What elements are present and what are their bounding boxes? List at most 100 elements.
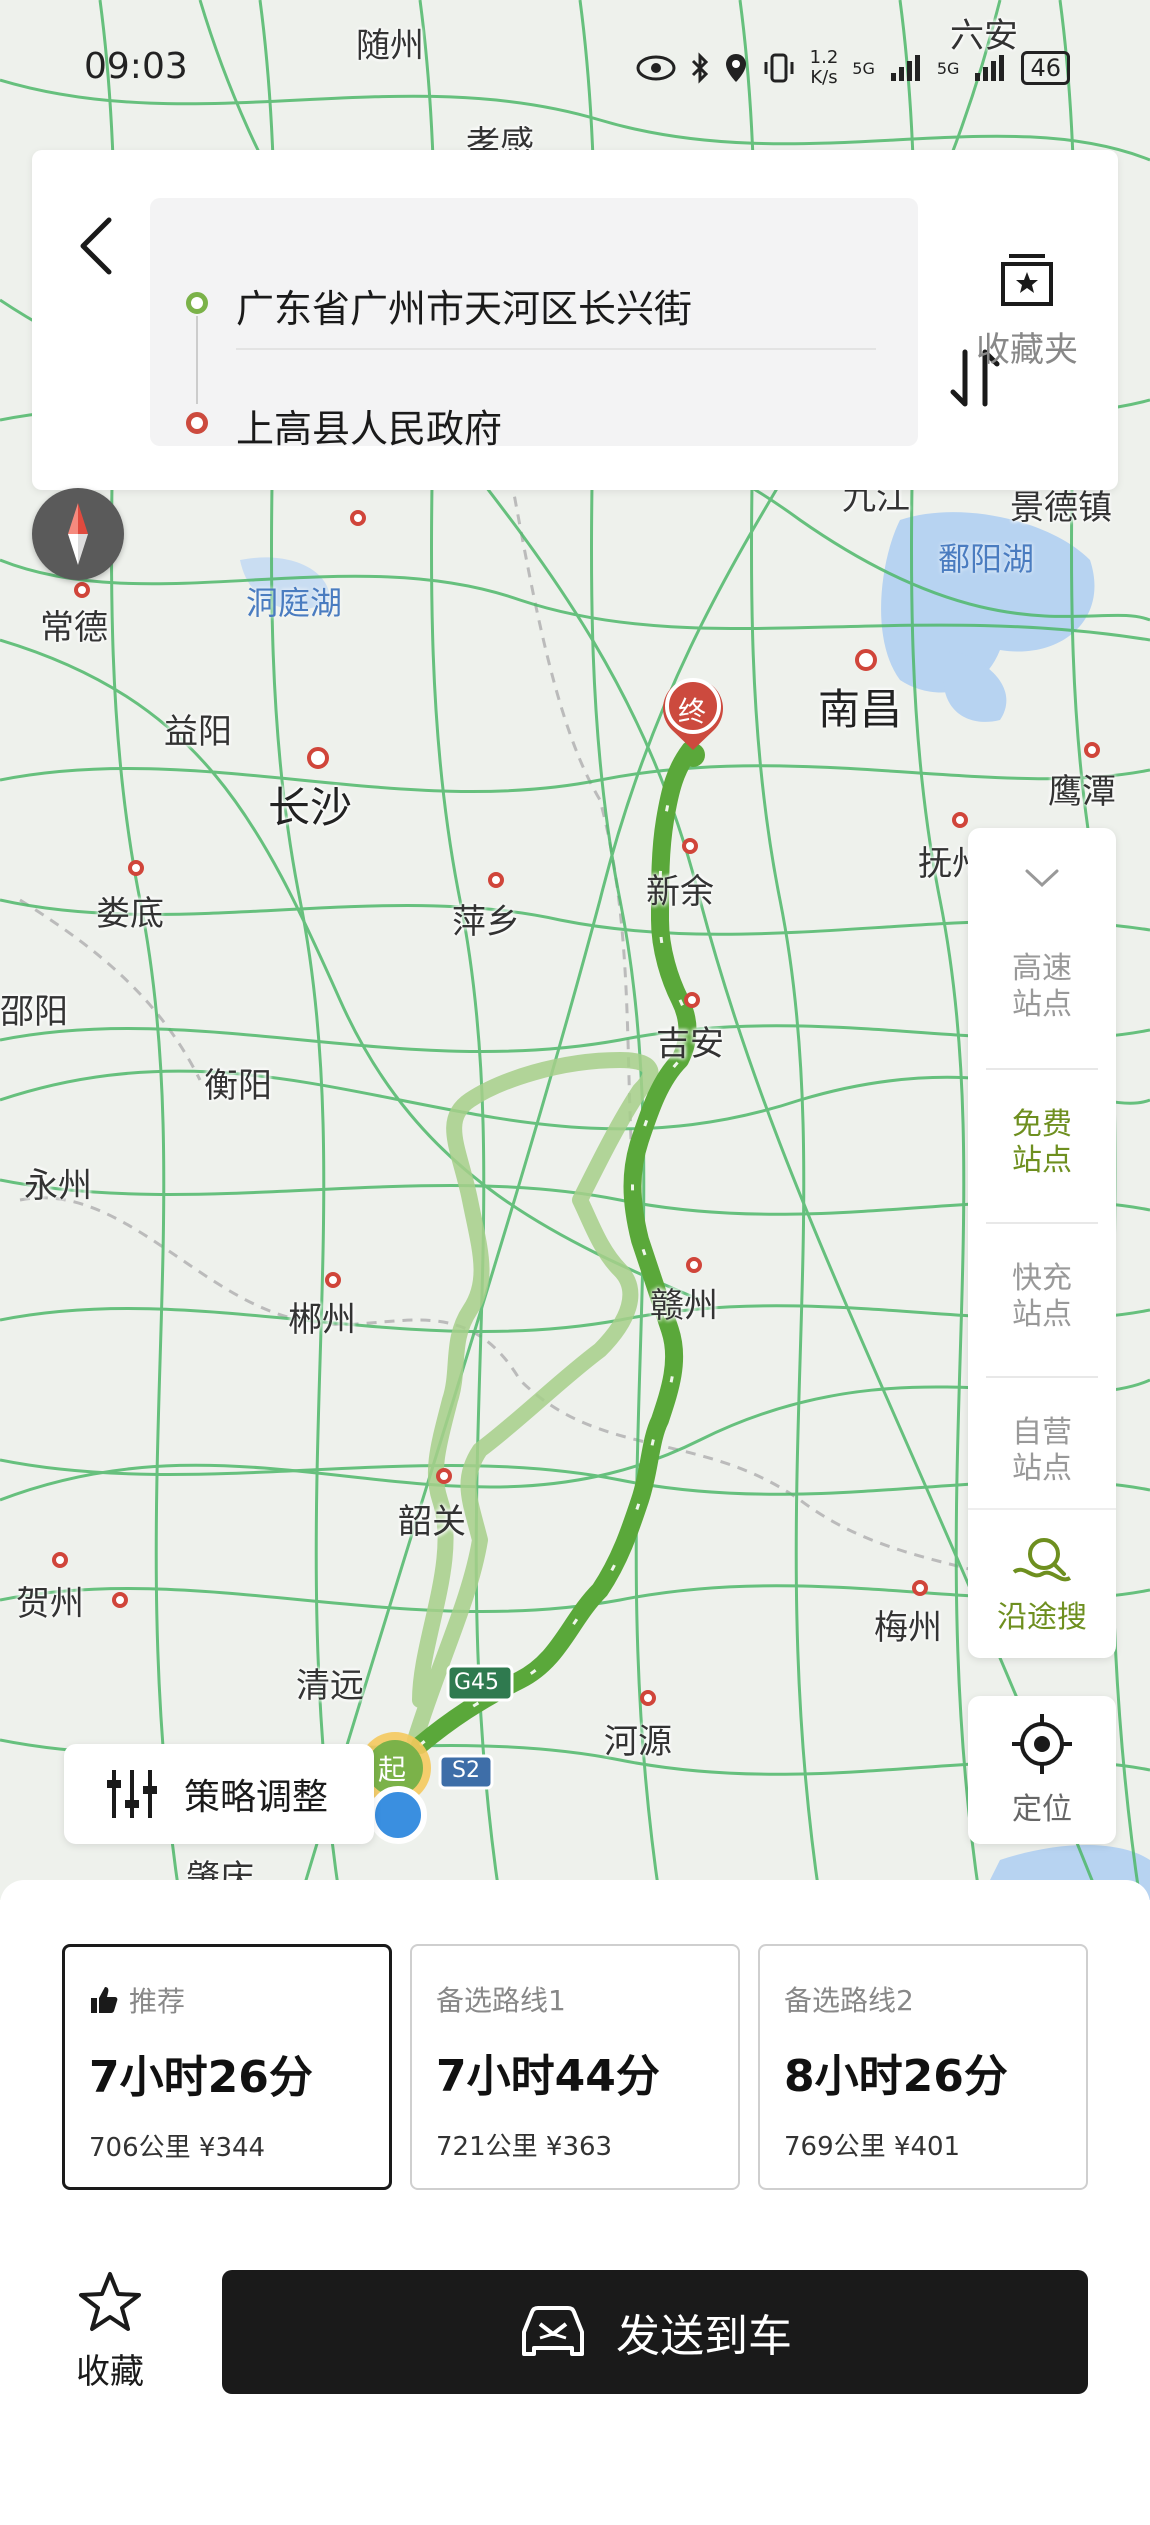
- battery-icon: 46: [1021, 51, 1070, 85]
- divider: [236, 348, 876, 350]
- location-icon: [725, 54, 746, 82]
- strategy-label: 策略调整: [184, 1777, 329, 1818]
- compass-button[interactable]: [32, 488, 124, 580]
- origin-dot-icon: [186, 292, 208, 314]
- route-tag: 备选路线1: [436, 1984, 566, 2017]
- city-label: 衡阳: [204, 1066, 272, 1106]
- s2-label: S2: [452, 1758, 480, 1783]
- route-distance: 706公里: [89, 2133, 191, 2163]
- start-marker-label: 起: [378, 1753, 407, 1786]
- route-distance: 721公里: [436, 2132, 538, 2162]
- route-meta: 706公里 ¥344: [89, 2127, 389, 2164]
- crosshair-icon: [1012, 1714, 1072, 1774]
- signal-icon: [890, 55, 920, 81]
- chevron-down-icon: [1025, 869, 1059, 888]
- city-label: 梅州: [874, 1608, 942, 1648]
- city-label: 永州: [24, 1166, 92, 1206]
- city-label: 常德: [40, 608, 108, 648]
- network-speed: 1.2 K/s: [809, 47, 839, 88]
- lake-label: 鄱阳湖: [938, 540, 1035, 578]
- city-label: 赣州: [650, 1286, 718, 1326]
- destination-field[interactable]: 上高县人民政府: [236, 398, 736, 453]
- filter-label: 快充: [1012, 1261, 1072, 1296]
- connector-line: [196, 316, 198, 404]
- fast-charge-stations-filter[interactable]: 快充 站点: [968, 1222, 1116, 1372]
- sliders-icon: [107, 1770, 157, 1818]
- send-to-car-label: 发送到车: [616, 2311, 792, 2362]
- city-label: 吉安: [656, 1024, 724, 1064]
- route-cost: ¥363: [545, 2132, 613, 2162]
- destination-dot-icon: [186, 412, 208, 434]
- city-label: 萍乡: [452, 902, 520, 942]
- highway-stations-filter[interactable]: 高速 站点: [968, 912, 1116, 1062]
- collapse-button[interactable]: [968, 848, 1116, 908]
- signal-icon: [975, 55, 1005, 81]
- city-label: 贺州: [16, 1584, 84, 1624]
- filter-label: 高速: [1012, 951, 1072, 986]
- signal-label: 5G: [852, 58, 875, 78]
- origin-field[interactable]: 广东省广州市天河区长兴街: [236, 278, 736, 333]
- filter-label: 站点: [1012, 1143, 1072, 1178]
- filter-label: 站点: [1012, 1451, 1072, 1486]
- route-tag: 备选路线2: [784, 1984, 914, 2017]
- city-label: 长沙: [268, 783, 353, 832]
- route-cost: ¥401: [893, 2132, 961, 2162]
- star-icon: [79, 2272, 141, 2331]
- status-icons: 1.2 K/s 5G 5G 46: [636, 48, 1070, 88]
- route-option-recommended[interactable]: 推荐 7小时26分 706公里 ¥344: [62, 1944, 392, 2190]
- car-icon: [522, 2306, 584, 2356]
- route-option-alt-2[interactable]: 备选路线2 8小时26分 769公里 ¥401: [758, 1944, 1088, 2190]
- search-along-icon: [1012, 1538, 1072, 1582]
- route-tag: 推荐: [89, 1983, 389, 2018]
- along-search-label: 沿途搜: [997, 1600, 1087, 1635]
- city-label: 益阳: [164, 712, 232, 752]
- status-bar: 09:03 1.2 K/s 5G 5G 46: [0, 0, 1150, 140]
- city-label: 河源: [604, 1722, 672, 1762]
- city-label: 鹰潭: [1048, 772, 1116, 812]
- city-label: 娄底: [96, 894, 164, 934]
- free-stations-filter[interactable]: 免费 站点: [968, 1068, 1116, 1218]
- back-button[interactable]: [60, 206, 130, 286]
- city-label: 韶关: [398, 1502, 466, 1542]
- favorites-folder-button[interactable]: 收藏夹: [952, 250, 1102, 400]
- filter-label: 站点: [1012, 1297, 1072, 1332]
- self-operated-stations-filter[interactable]: 自营 站点: [968, 1376, 1116, 1526]
- folder-star-icon: [1001, 254, 1053, 306]
- route-option-alt-1[interactable]: 备选路线1 7小时44分 721公里 ¥363: [410, 1944, 740, 2190]
- route-duration: 8小时26分: [784, 2051, 1008, 2102]
- eye-icon: [636, 55, 676, 81]
- city-label: 清远: [296, 1666, 364, 1706]
- filter-label: 站点: [1012, 987, 1072, 1022]
- route-bottom-sheet: 推荐 7小时26分 706公里 ¥344 备选路线1 7小时44分 721公里 …: [0, 1880, 1150, 2525]
- along-route-search-button[interactable]: 沿途搜: [968, 1508, 1116, 1658]
- city-label: 新余: [646, 872, 714, 912]
- status-time: 09:03: [84, 46, 188, 87]
- signal-label: 5G: [936, 58, 960, 78]
- chevron-left-icon: [80, 217, 112, 275]
- route-meta: 721公里 ¥363: [436, 2126, 738, 2163]
- route-distance: 769公里: [784, 2132, 886, 2162]
- city-label: 郴州: [288, 1300, 356, 1340]
- route-meta: 769公里 ¥401: [784, 2126, 1086, 2163]
- station-filter-panel: 高速 站点 免费 站点 快充 站点 自营 站点 沿途搜: [968, 828, 1116, 1658]
- end-marker-label: 终: [678, 695, 707, 728]
- route-duration: 7小时44分: [436, 2051, 660, 2102]
- compass-icon: [68, 503, 88, 565]
- route-inputs: 广东省广州市天河区长兴街 上高县人民政府: [150, 198, 1000, 451]
- locate-label: 定位: [1012, 1792, 1072, 1827]
- filter-label: 免费: [1012, 1107, 1072, 1142]
- locate-button[interactable]: 定位: [968, 1696, 1116, 1844]
- lake-label: 洞庭湖: [246, 584, 343, 622]
- vibrate-icon: [764, 53, 794, 83]
- bluetooth-icon: [691, 52, 708, 84]
- strategy-adjust-button[interactable]: 策略调整: [64, 1744, 374, 1844]
- thumbs-up-icon: [91, 1987, 118, 2013]
- send-to-car-button[interactable]: 发送到车: [222, 2270, 1088, 2394]
- favorite-button[interactable]: 收藏: [60, 2270, 160, 2400]
- city-label: 南昌: [818, 685, 903, 734]
- g45-label: G45: [454, 1670, 500, 1695]
- favorite-label: 收藏: [76, 2352, 144, 2392]
- route-duration: 7小时26分: [89, 2052, 313, 2103]
- filter-label: 自营: [1012, 1415, 1072, 1450]
- route-cost: ¥344: [198, 2133, 266, 2163]
